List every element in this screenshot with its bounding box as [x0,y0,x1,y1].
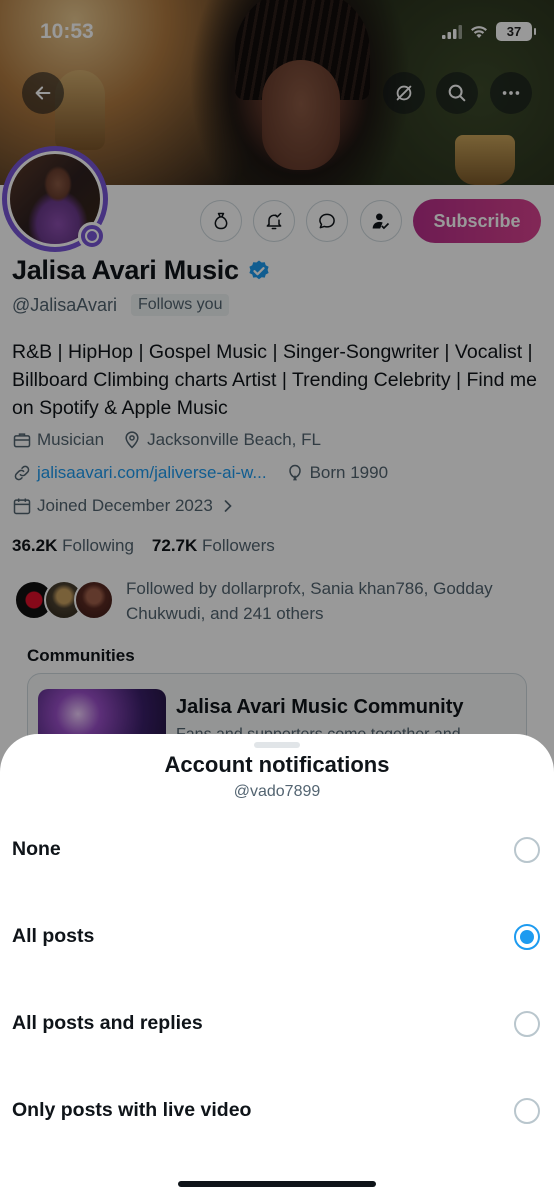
option-all-posts[interactable]: All posts [0,893,554,980]
account-notifications-sheet: Account notifications @vado7899 None All… [0,734,554,1199]
option-all-posts-and-replies[interactable]: All posts and replies [0,980,554,1067]
option-live-video[interactable]: Only posts with live video [0,1067,554,1154]
radio-live-video[interactable] [514,1097,540,1124]
sheet-grabber[interactable] [254,742,300,748]
option-label: None [12,838,61,860]
radio-all-posts[interactable] [514,923,540,950]
option-label: Only posts with live video [12,1099,252,1121]
radio-all-posts-and-replies[interactable] [514,1010,540,1037]
option-label: All posts and replies [12,1012,203,1034]
sheet-subtitle: @vado7899 [233,783,321,800]
option-none[interactable]: None [0,806,554,893]
home-indicator [178,1181,376,1187]
sheet-title: Account notifications [164,752,390,777]
radio-none[interactable] [514,836,540,863]
option-label: All posts [12,925,95,947]
